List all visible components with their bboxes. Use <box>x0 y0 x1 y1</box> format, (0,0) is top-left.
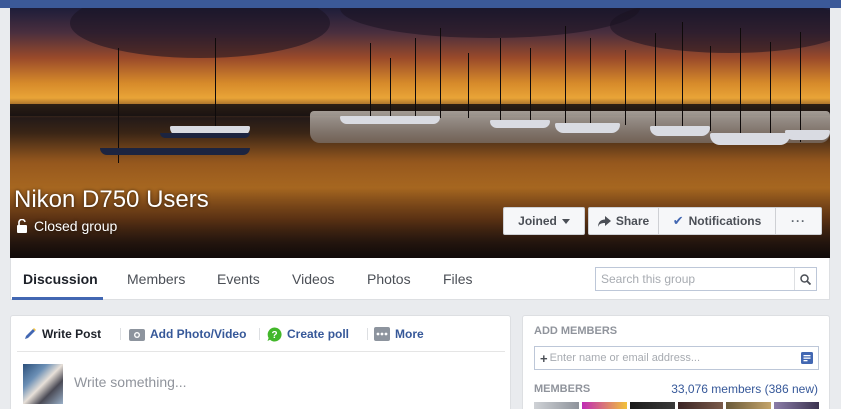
poll-question-icon: ? <box>267 326 282 341</box>
joined-label: Joined <box>518 214 557 228</box>
add-members-input[interactable] <box>549 347 790 369</box>
add-members-heading: ADD MEMBERS <box>534 325 618 337</box>
tab-discussion[interactable]: Discussion <box>23 258 98 300</box>
create-poll-tab[interactable]: ? Create poll <box>267 316 349 352</box>
member-thumbnail[interactable] <box>630 402 675 409</box>
svg-text:?: ? <box>271 330 277 341</box>
write-post-label: Write Post <box>42 327 102 341</box>
notifications-label: Notifications <box>688 214 762 228</box>
members-count-link[interactable]: 33,076 members (386 new) <box>671 382 818 396</box>
share-arrow-icon <box>597 215 611 227</box>
pencil-icon <box>25 328 36 339</box>
cover-button-group: Share ✔ Notifications ··· <box>588 207 822 235</box>
share-label: Share <box>615 214 650 228</box>
member-thumbnails <box>534 402 819 409</box>
search-input[interactable] <box>596 268 794 290</box>
plus-icon: + <box>540 350 548 366</box>
write-post-tab[interactable]: Write Post <box>23 316 101 352</box>
composer-text-input[interactable]: Write something... <box>74 374 187 390</box>
joined-button[interactable]: Joined <box>503 207 585 235</box>
more-options-button[interactable]: ··· <box>776 207 822 235</box>
tab-events[interactable]: Events <box>217 258 260 300</box>
composer-tabs: Write Post Add Photo/Video ? Create poll <box>17 316 505 352</box>
share-button[interactable]: Share <box>588 207 659 235</box>
contact-list-icon[interactable] <box>801 352 813 364</box>
member-thumbnail[interactable] <box>582 402 627 409</box>
group-title[interactable]: Nikon D750 Users <box>14 186 209 214</box>
members-heading: MEMBERS <box>534 383 591 395</box>
search-button[interactable] <box>794 268 816 290</box>
tab-files[interactable]: Files <box>443 258 473 300</box>
group-search <box>595 267 817 291</box>
group-tab-bar: Discussion Members Events Videos Photos … <box>10 258 830 300</box>
create-poll-label: Create poll <box>287 327 350 341</box>
add-photo-video-label: Add Photo/Video <box>150 327 247 341</box>
more-options-label: ··· <box>791 214 806 228</box>
members-sidebar: ADD MEMBERS + MEMBERS 33,076 members (38… <box>522 315 830 409</box>
tab-members[interactable]: Members <box>127 258 185 300</box>
member-thumbnail[interactable] <box>774 402 819 409</box>
tab-videos[interactable]: Videos <box>292 258 335 300</box>
post-composer: Write Post Add Photo/Video ? Create poll <box>10 315 511 409</box>
more-dots-icon <box>374 327 390 341</box>
privacy-label: Closed group <box>34 218 118 234</box>
user-avatar[interactable] <box>23 364 63 404</box>
member-thumbnail[interactable] <box>534 402 579 409</box>
unlock-icon <box>17 219 27 233</box>
more-composer-label: More <box>395 327 424 341</box>
add-members-field: + <box>534 346 819 370</box>
member-thumbnail[interactable] <box>726 402 771 409</box>
group-privacy: Closed group <box>16 218 117 234</box>
camera-icon <box>129 328 145 341</box>
more-composer-tab[interactable]: More <box>374 316 424 352</box>
search-icon <box>800 273 811 285</box>
tab-photos[interactable]: Photos <box>367 258 411 300</box>
check-icon: ✔ <box>672 213 684 228</box>
top-nav-bar <box>0 0 841 8</box>
notifications-button[interactable]: ✔ Notifications <box>659 207 776 235</box>
add-photo-video-tab[interactable]: Add Photo/Video <box>129 316 246 352</box>
caret-down-icon <box>561 218 570 224</box>
active-tab-indicator <box>12 297 103 300</box>
member-thumbnail[interactable] <box>678 402 723 409</box>
